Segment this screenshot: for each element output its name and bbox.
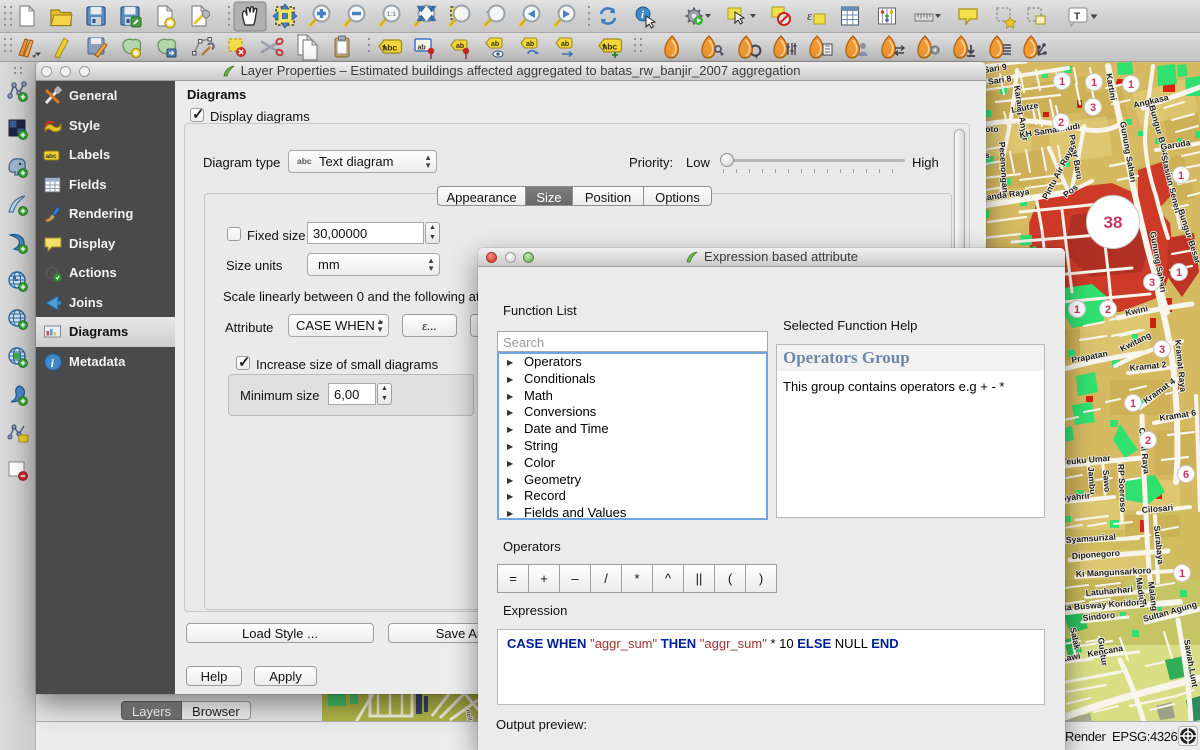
svg-text:ab: ab bbox=[418, 45, 426, 52]
svg-text:1: 1 bbox=[1074, 304, 1080, 316]
svg-text:1: 1 bbox=[1179, 568, 1185, 580]
svg-text:ε: ε bbox=[807, 8, 813, 23]
svg-text:T: T bbox=[1074, 12, 1080, 23]
svg-text:3: 3 bbox=[1159, 344, 1165, 356]
svg-text:2: 2 bbox=[1105, 304, 1111, 316]
svg-text:2: 2 bbox=[1145, 435, 1151, 447]
svg-text:1: 1 bbox=[1176, 267, 1182, 279]
svg-text:1:1: 1:1 bbox=[387, 11, 397, 18]
svg-text:1: 1 bbox=[1091, 77, 1097, 89]
svg-text:2: 2 bbox=[1058, 117, 1064, 129]
svg-text:1: 1 bbox=[1128, 79, 1134, 91]
svg-text:1: 1 bbox=[1178, 170, 1184, 182]
svg-text:3: 3 bbox=[1149, 277, 1155, 289]
svg-text:6: 6 bbox=[1183, 469, 1189, 481]
svg-text:1: 1 bbox=[1059, 76, 1065, 88]
svg-text:3: 3 bbox=[1090, 102, 1096, 114]
svg-text:38: 38 bbox=[1104, 213, 1123, 232]
svg-text:Sawo: Sawo bbox=[1101, 469, 1113, 492]
svg-text:1: 1 bbox=[1130, 398, 1136, 410]
svg-text:abc: abc bbox=[46, 153, 57, 160]
